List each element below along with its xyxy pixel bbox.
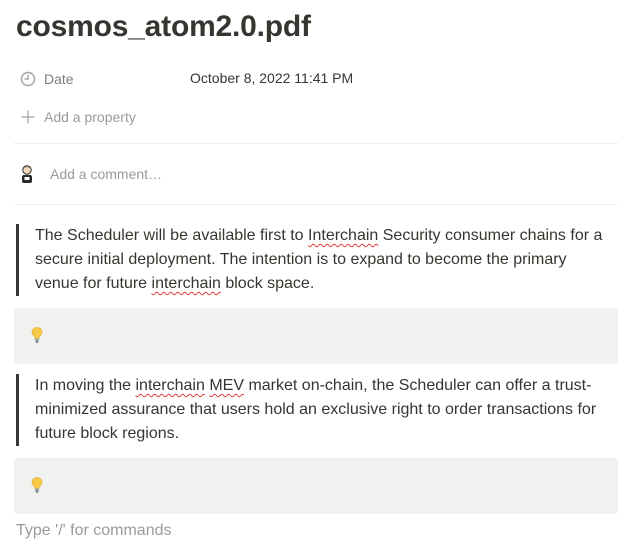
clock-icon [16, 67, 40, 91]
comment-row[interactable]: Add a comment… [16, 160, 162, 188]
divider [14, 204, 618, 205]
property-date-value[interactable]: October 8, 2022 11:41 PM [190, 70, 353, 86]
comment-input[interactable]: Add a comment… [50, 166, 162, 182]
spellcheck-word[interactable]: MEV [209, 377, 244, 394]
lightbulb-icon[interactable] [30, 476, 46, 496]
divider [14, 143, 618, 144]
add-property-label: Add a property [44, 109, 136, 125]
callout-block[interactable] [14, 458, 618, 514]
quote-text: In moving the interchain MEV market on-c… [35, 374, 605, 446]
quote-text: The Scheduler will be available first to… [35, 224, 605, 296]
lightbulb-icon[interactable] [30, 326, 46, 346]
page-title[interactable]: cosmos_atom2.0.pdf [16, 10, 311, 44]
plus-icon [16, 105, 40, 129]
quote-text-segment: block space. [220, 275, 315, 292]
quote-text-segment: The Scheduler will be available first to [35, 227, 309, 244]
quote-block[interactable]: The Scheduler will be available first to… [16, 224, 602, 296]
spellcheck-word[interactable]: Interchain [308, 227, 378, 244]
empty-block-placeholder[interactable]: Type '/' for commands [16, 522, 172, 540]
property-date-label: Date [44, 71, 74, 87]
avatar [16, 163, 38, 185]
notion-page: cosmos_atom2.0.pdf Date October 8, 2022 … [0, 0, 618, 547]
spellcheck-word[interactable]: interchain [152, 275, 221, 292]
callout-block[interactable] [14, 308, 618, 364]
quote-text-segment: In moving the [35, 377, 136, 394]
spellcheck-word[interactable]: interchain [136, 377, 205, 394]
quote-block[interactable]: In moving the interchain MEV market on-c… [16, 374, 602, 446]
add-property-button[interactable]: Add a property [16, 105, 136, 129]
property-date[interactable]: Date [16, 67, 74, 91]
